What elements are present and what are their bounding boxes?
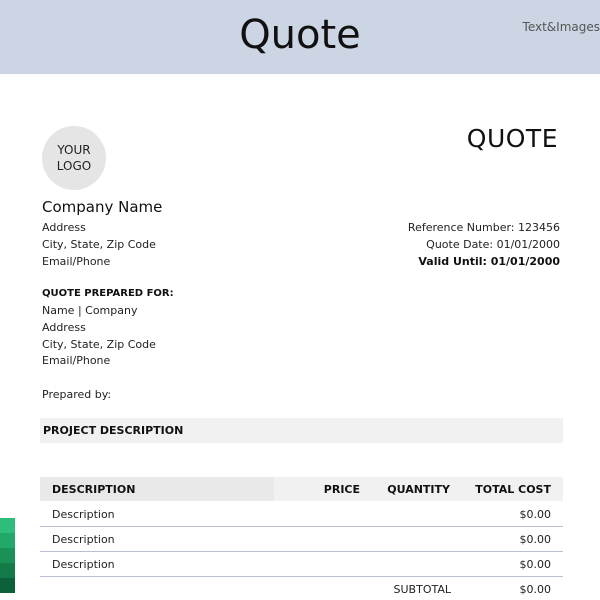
quote-date: Quote Date: 01/01/2000: [426, 238, 560, 251]
document-title: QUOTE: [466, 124, 558, 153]
column-quantity: QUANTITY: [387, 483, 450, 496]
valid-until: Valid Until: 01/01/2000: [418, 255, 560, 268]
table-header: DESCRIPTION PRICE QUANTITY TOTAL COST: [40, 477, 563, 501]
column-price: PRICE: [323, 483, 360, 496]
row-divider: [40, 551, 563, 552]
color-swatch: [0, 563, 15, 578]
color-swatch: [0, 533, 15, 548]
row-description: Description: [52, 508, 115, 521]
project-description-bar: PROJECT DESCRIPTION: [40, 418, 563, 443]
banner-title: Quote: [239, 12, 361, 58]
company-address: Address: [42, 221, 86, 234]
row-total: $0.00: [519, 558, 552, 571]
column-total-cost: TOTAL COST: [475, 483, 551, 496]
subtotal-value: $0.00: [519, 583, 552, 596]
company-name: Company Name: [42, 198, 163, 216]
client-city: City, State, Zip Code: [42, 338, 156, 351]
prepared-by: Prepared by:: [42, 388, 112, 401]
client-name: Name | Company: [42, 304, 138, 317]
logo-line-1: YOUR: [57, 143, 91, 157]
color-swatch: [0, 518, 15, 533]
logo-placeholder: YOUR LOGO: [42, 126, 106, 190]
row-total: $0.00: [519, 533, 552, 546]
client-address: Address: [42, 321, 86, 334]
row-description: Description: [52, 533, 115, 546]
column-description: DESCRIPTION: [52, 483, 136, 496]
row-divider: [40, 576, 563, 577]
color-swatch: [0, 578, 15, 593]
color-swatch: [0, 548, 15, 563]
client-contact: Email/Phone: [42, 354, 111, 367]
reference-number: Reference Number: 123456: [407, 221, 560, 234]
row-total: $0.00: [519, 508, 552, 521]
prepared-for-heading: QUOTE PREPARED FOR:: [42, 288, 174, 299]
top-banner: Quote Text&Images: [0, 0, 600, 74]
row-description: Description: [52, 558, 115, 571]
logo-line-2: LOGO: [56, 159, 92, 173]
brand-watermark: Text&Images: [522, 20, 600, 34]
subtotal-label: SUBTOTAL: [393, 583, 451, 596]
company-city: City, State, Zip Code: [42, 238, 156, 251]
project-description-label: PROJECT DESCRIPTION: [43, 424, 184, 437]
company-contact: Email/Phone: [42, 255, 111, 268]
row-divider: [40, 526, 563, 527]
